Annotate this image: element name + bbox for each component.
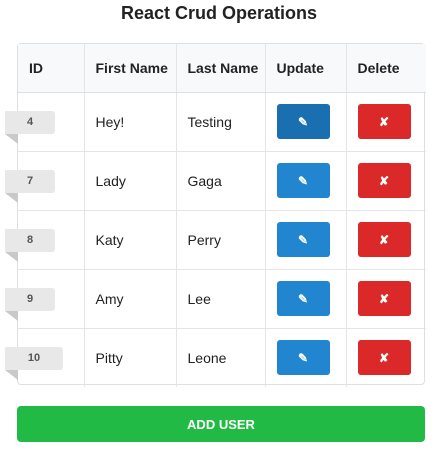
pencil-icon: ✎ [297, 173, 309, 188]
first-name-cell: Pitty [84, 328, 177, 387]
last-name-cell: Gaga [176, 151, 266, 211]
update-button[interactable]: ✎ [276, 104, 330, 139]
cross-icon: ✘ [378, 291, 390, 306]
id-ribbon-label: 4 [5, 110, 55, 144]
first-name-cell: Lady [84, 151, 177, 211]
column-header-first-name: First Name [84, 44, 177, 93]
table-row: 8 Katy Perry ✎ ✘ [5, 210, 426, 270]
update-button[interactable]: ✎ [276, 340, 330, 376]
delete-button[interactable]: ✘ [357, 163, 411, 198]
update-button[interactable]: ✎ [276, 163, 330, 198]
column-header-id: ID [18, 44, 85, 93]
first-name-cell: Amy [84, 269, 177, 329]
id-ribbon-label: 10 [5, 346, 63, 380]
last-name-cell: Lee [176, 269, 266, 329]
first-name-cell: Hey! [84, 92, 177, 152]
table-row: 10 Pitty Leone ✎ ✘ [5, 328, 426, 387]
column-header-update: Update [265, 44, 347, 93]
id-ribbon-label: 8 [5, 228, 55, 262]
update-button[interactable]: ✎ [276, 281, 330, 316]
pencil-icon: ✎ [297, 291, 309, 306]
pencil-icon: ✎ [297, 114, 309, 129]
table-row: 9 Amy Lee ✎ ✘ [5, 269, 426, 329]
last-name-cell: Perry [176, 210, 266, 270]
update-button[interactable]: ✎ [276, 222, 330, 257]
table-row: 4 Hey! Testing ✎ ✘ [5, 92, 426, 152]
delete-button[interactable]: ✘ [357, 340, 411, 376]
users-table: ID First Name Last Name Update Delete 4 … [5, 43, 426, 387]
pencil-icon: ✎ [297, 350, 309, 365]
id-ribbon-label: 7 [5, 169, 55, 203]
pencil-icon: ✎ [297, 232, 309, 247]
first-name-cell: Katy [84, 210, 177, 270]
id-ribbon-label: 9 [5, 287, 55, 321]
cross-icon: ✘ [378, 350, 390, 365]
last-name-cell: Leone [176, 328, 266, 387]
page-title: React Crud Operations [120, 3, 318, 23]
column-header-last-name: Last Name [176, 44, 266, 93]
table-row: 7 Lady Gaga ✎ ✘ [5, 151, 426, 211]
delete-button[interactable]: ✘ [357, 222, 411, 257]
column-header-delete: Delete [346, 44, 426, 93]
cross-icon: ✘ [378, 173, 390, 188]
delete-button[interactable]: ✘ [357, 104, 411, 139]
last-name-cell: Testing [176, 92, 266, 152]
delete-button[interactable]: ✘ [357, 281, 411, 316]
cross-icon: ✘ [378, 232, 390, 247]
add-user-button[interactable]: ADD USER [17, 406, 425, 442]
table-header-row: ID First Name Last Name Update Delete [18, 44, 426, 93]
cross-icon: ✘ [378, 114, 390, 129]
